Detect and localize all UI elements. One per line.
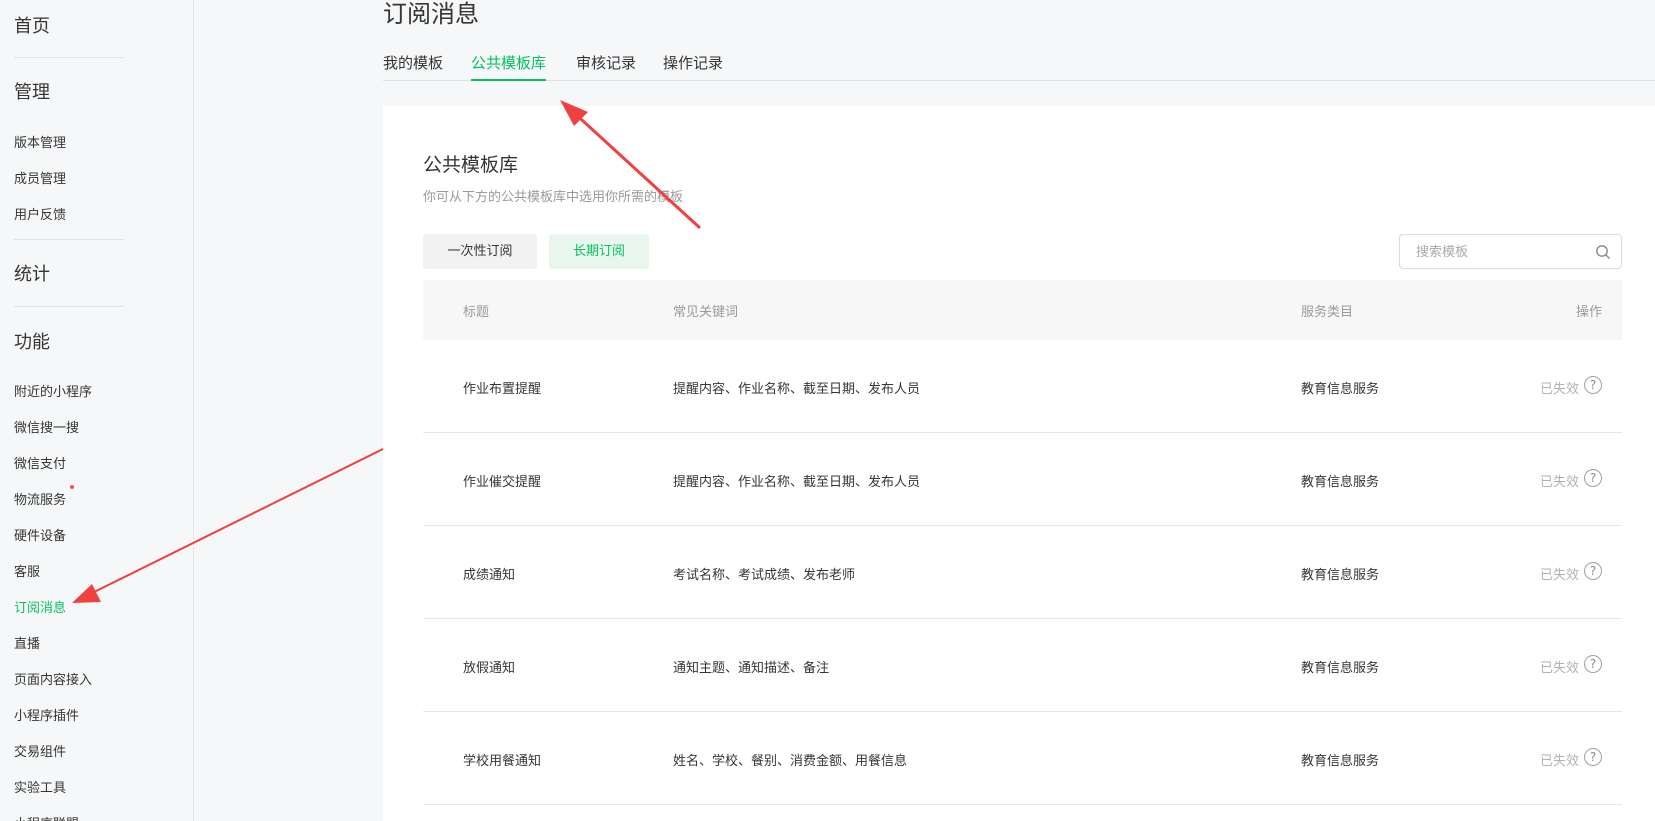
- sidebar-divider: [14, 239, 124, 240]
- card-description: 你可从下方的公共模板库中选用你所需的模板: [423, 190, 684, 205]
- page-title: 订阅消息: [383, 0, 479, 28]
- template-keywords: 通知主题、通知描述、备注: [673, 661, 830, 676]
- sidebar: 首页 管理 版本管理 成员管理 用户反馈 统计 功能 附近的小程序 微信搜一搜 …: [0, 0, 194, 821]
- template-category: 教育信息服务: [1301, 754, 1380, 769]
- sidebar-section-features[interactable]: 功能: [14, 328, 50, 354]
- template-title: 作业布置提醒: [463, 382, 542, 397]
- help-icon[interactable]: ?: [1584, 469, 1602, 487]
- search-input[interactable]: [1416, 243, 1586, 261]
- card-title: 公共模板库: [423, 154, 519, 176]
- sidebar-item-lab[interactable]: 实验工具: [14, 777, 66, 796]
- new-dot-badge: [70, 485, 75, 489]
- column-header-keywords: 常见关键词: [673, 305, 739, 320]
- template-category: 教育信息服务: [1301, 568, 1380, 583]
- column-header-title: 标题: [463, 305, 490, 320]
- table-header: 标题 常见关键词 服务类目 操作: [423, 280, 1622, 340]
- sidebar-item-nearby[interactable]: 附近的小程序: [14, 381, 92, 400]
- sidebar-item-label: 物流服务: [14, 493, 67, 508]
- table-row: 放假通知 通知主题、通知描述、备注 教育信息服务 已失效 ?: [423, 619, 1622, 712]
- sidebar-section-manage[interactable]: 管理: [14, 78, 50, 104]
- status-label: 已失效: [1539, 382, 1579, 397]
- sidebar-item-union[interactable]: 小程序联盟: [14, 813, 79, 821]
- sidebar-item-feedback[interactable]: 用户反馈: [14, 204, 66, 223]
- sidebar-item-plugins[interactable]: 小程序插件: [14, 705, 79, 724]
- status-label: 已失效: [1539, 661, 1579, 676]
- table-row: 作业布置提醒 提醒内容、作业名称、截至日期、发布人员 教育信息服务 已失效 ?: [423, 340, 1622, 433]
- help-icon[interactable]: ?: [1584, 376, 1602, 394]
- template-keywords: 考试名称、考试成绩、发布老师: [673, 568, 856, 583]
- column-header-action: 操作: [1575, 305, 1602, 320]
- template-title: 放假通知: [463, 661, 516, 676]
- help-icon[interactable]: ?: [1584, 748, 1602, 766]
- sidebar-item-subscribe[interactable]: 订阅消息: [14, 597, 66, 616]
- template-title: 作业催交提醒: [463, 475, 542, 490]
- sidebar-item-version[interactable]: 版本管理: [14, 132, 66, 151]
- tab-bar: 我的模板 公共模板库 审核记录 操作记录: [383, 52, 1655, 81]
- template-title: 成绩通知: [463, 568, 516, 583]
- help-icon[interactable]: ?: [1584, 562, 1602, 580]
- sidebar-divider: [14, 306, 124, 307]
- help-icon[interactable]: ?: [1584, 655, 1602, 673]
- tab-my-templates[interactable]: 我的模板: [383, 52, 443, 81]
- filter-one-time-button[interactable]: 一次性订阅: [423, 234, 537, 269]
- table-row: 作业催交提醒 提醒内容、作业名称、截至日期、发布人员 教育信息服务 已失效 ?: [423, 433, 1622, 526]
- template-category: 教育信息服务: [1301, 382, 1380, 397]
- table-row: 成绩通知 考试名称、考试成绩、发布老师 教育信息服务 已失效 ?: [423, 526, 1622, 619]
- sidebar-item-logistics[interactable]: 物流服务: [14, 485, 75, 508]
- table-row: 学校用餐通知 姓名、学校、餐别、消费金额、用餐信息 教育信息服务 已失效 ?: [423, 712, 1622, 805]
- template-category: 教育信息服务: [1301, 475, 1380, 490]
- sidebar-item-service[interactable]: 客服: [14, 561, 40, 580]
- template-keywords: 提醒内容、作业名称、截至日期、发布人员: [673, 475, 921, 490]
- filter-long-term-button[interactable]: 长期订阅: [549, 234, 649, 269]
- template-keywords: 姓名、学校、餐别、消费金额、用餐信息: [673, 754, 908, 769]
- status-label: 已失效: [1539, 568, 1579, 583]
- column-header-category: 服务类目: [1301, 305, 1354, 320]
- status-label: 已失效: [1539, 754, 1579, 769]
- sidebar-item-members[interactable]: 成员管理: [14, 168, 66, 187]
- template-category: 教育信息服务: [1301, 661, 1380, 676]
- template-library-card: 公共模板库 你可从下方的公共模板库中选用你所需的模板 一次性订阅 长期订阅 标题…: [383, 106, 1655, 821]
- sidebar-item-content[interactable]: 页面内容接入: [14, 669, 92, 688]
- sidebar-item-trade[interactable]: 交易组件: [14, 741, 66, 760]
- tab-operation-records[interactable]: 操作记录: [663, 52, 723, 81]
- sidebar-item-hardware[interactable]: 硬件设备: [14, 525, 66, 544]
- sidebar-item-search[interactable]: 微信搜一搜: [14, 417, 79, 436]
- tab-public-library[interactable]: 公共模板库: [471, 52, 547, 81]
- tab-review-records[interactable]: 审核记录: [576, 52, 636, 81]
- sidebar-section-stats[interactable]: 统计: [14, 260, 50, 286]
- search-box: [1399, 234, 1622, 269]
- sidebar-item-live[interactable]: 直播: [14, 633, 40, 652]
- status-label: 已失效: [1539, 475, 1579, 490]
- sidebar-item-home[interactable]: 首页: [14, 12, 50, 38]
- search-icon[interactable]: [1595, 244, 1611, 260]
- sidebar-divider: [14, 57, 124, 58]
- template-title: 学校用餐通知: [463, 754, 542, 769]
- template-keywords: 提醒内容、作业名称、截至日期、发布人员: [673, 382, 921, 397]
- sidebar-item-pay[interactable]: 微信支付: [14, 453, 66, 472]
